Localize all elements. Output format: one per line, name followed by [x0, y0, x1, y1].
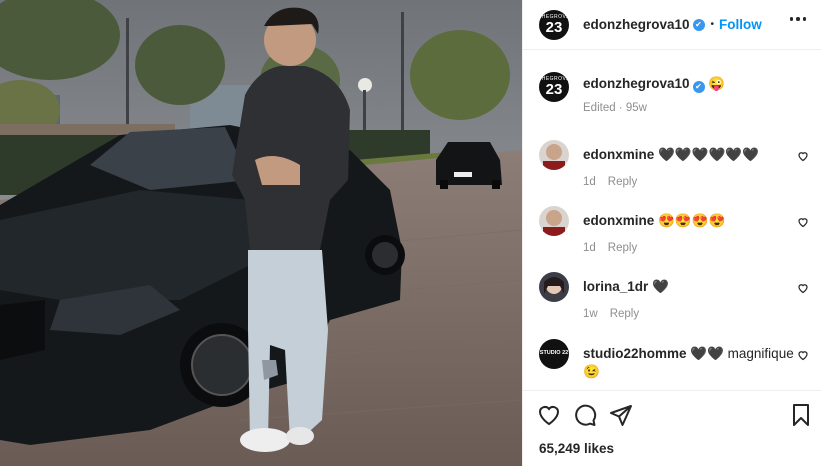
- heart-icon[interactable]: [537, 403, 561, 427]
- author-username[interactable]: edonzhegrova10: [583, 17, 690, 32]
- comment-item: STUDIO 22 studio22homme 🖤🖤 magnifique 😉: [539, 339, 809, 389]
- comment-avatar[interactable]: STUDIO 22: [539, 339, 569, 369]
- reply-button[interactable]: Reply: [608, 176, 637, 188]
- post-caption: ZHEGROVA 23 edonzhegrova10 ✔ 😜 Edited · 9…: [539, 72, 809, 122]
- comment-text: 😍😍😍😍: [658, 213, 726, 228]
- photo-scene: [0, 0, 522, 466]
- send-icon[interactable]: [609, 403, 633, 427]
- comment-username[interactable]: edonxmine: [583, 147, 654, 162]
- bookmark-icon[interactable]: [789, 403, 813, 427]
- likes-count[interactable]: 65,249 likes: [539, 441, 614, 456]
- comment-age: 1d: [583, 176, 596, 188]
- comment-username[interactable]: studio22homme: [583, 346, 687, 361]
- author-avatar[interactable]: ZHEGROVA 23: [538, 9, 569, 40]
- post-action-bar: 65,249 likes: [523, 390, 821, 466]
- more-options-icon[interactable]: [789, 17, 806, 21]
- comment-age: 1w: [583, 308, 598, 320]
- comment-avatar[interactable]: [539, 272, 569, 302]
- reply-button[interactable]: Reply: [608, 242, 637, 254]
- post-age: 95w: [625, 102, 647, 114]
- comment-like-heart-icon[interactable]: [797, 150, 809, 162]
- comment-username[interactable]: edonxmine: [583, 213, 654, 228]
- edited-label: Edited: [583, 102, 616, 114]
- comment-like-heart-icon[interactable]: [797, 282, 809, 294]
- studio-logo-text: STUDIO 22: [539, 350, 569, 357]
- comment-text: 🖤: [652, 279, 669, 294]
- post-side-panel: ZHEGROVA 23 edonzhegrova10 ✔ • Follow ZH…: [522, 0, 821, 466]
- author-logo-number: 23: [545, 18, 563, 36]
- reply-button[interactable]: Reply: [610, 308, 639, 320]
- follow-button[interactable]: Follow: [719, 17, 762, 32]
- comment-item: lorina_1dr 🖤 1w Reply: [539, 272, 809, 322]
- comment-item: edonxmine 🖤🖤🖤🖤🖤🖤 1d Reply: [539, 140, 809, 190]
- comment-like-heart-icon[interactable]: [797, 216, 809, 228]
- verified-badge-icon: ✔: [692, 18, 705, 31]
- post-header: ZHEGROVA 23 edonzhegrova10 ✔ • Follow: [523, 0, 821, 50]
- caption-author-avatar[interactable]: ZHEGROVA 23: [539, 72, 569, 102]
- comment-avatar[interactable]: [539, 140, 569, 170]
- caption-text: 😜: [708, 76, 726, 91]
- caption-username[interactable]: edonzhegrova10: [583, 76, 690, 91]
- comment-text: 🖤🖤🖤🖤🖤🖤: [658, 147, 759, 162]
- comment-username[interactable]: lorina_1dr: [583, 279, 648, 294]
- caption-logo-number: 23: [545, 81, 563, 98]
- comment-like-heart-icon[interactable]: [797, 349, 809, 361]
- comment-icon[interactable]: [573, 403, 597, 427]
- header-separator: •: [710, 19, 715, 30]
- comment-age: 1d: [583, 242, 596, 254]
- post-photo[interactable]: [0, 0, 522, 466]
- comment-item: edonxmine 😍😍😍😍 1d Reply: [539, 206, 809, 256]
- comments-list[interactable]: ZHEGROVA 23 edonzhegrova10 ✔ 😜 Edited · 9…: [523, 50, 821, 390]
- comment-avatar[interactable]: [539, 206, 569, 236]
- verified-badge-icon: ✔: [692, 81, 705, 93]
